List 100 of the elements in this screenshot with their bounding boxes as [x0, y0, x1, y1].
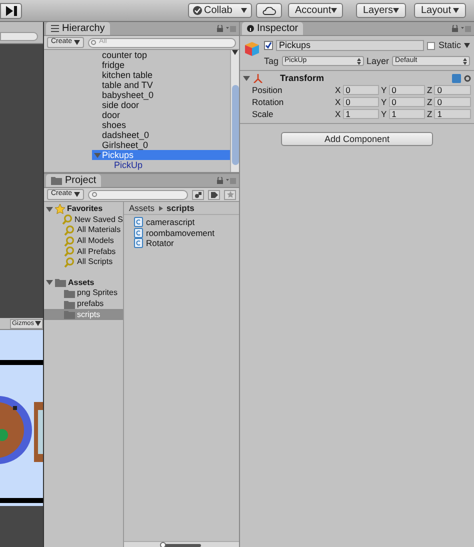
- hierarchy-item[interactable]: dadsheet_0: [92, 130, 230, 140]
- script-file-item[interactable]: roombamovement: [134, 228, 239, 238]
- cube-icon: [244, 41, 260, 57]
- slider-thumb[interactable]: [160, 542, 166, 547]
- breadcrumb-link[interactable]: scripts: [166, 202, 194, 214]
- hierarchy-item[interactable]: shoes: [92, 120, 230, 130]
- star-icon: [55, 204, 65, 214]
- number-field[interactable]: 1: [342, 109, 379, 119]
- check-icon: [265, 42, 272, 50]
- folder-icon: [64, 288, 75, 298]
- info-icon: [247, 25, 254, 32]
- hierarchy-item[interactable]: side door: [92, 100, 230, 110]
- number-field[interactable]: 0: [388, 97, 425, 107]
- panel-tab[interactable]: Inspector: [242, 22, 304, 35]
- expanded-arrow-icon[interactable]: [94, 152, 101, 158]
- static-checkbox[interactable]: [427, 42, 436, 50]
- menu-icon[interactable]: [226, 26, 236, 32]
- magnifier-icon: [64, 256, 75, 268]
- axis-label: X: [335, 84, 341, 96]
- expanded-arrow-icon[interactable]: [46, 206, 53, 213]
- script-file-item[interactable]: camerascript: [134, 217, 239, 228]
- number-field[interactable]: 0: [434, 97, 471, 107]
- project-tree-item[interactable]: All Models: [44, 236, 123, 246]
- search-field[interactable]: [88, 190, 188, 200]
- search-field[interactable]: [0, 32, 38, 41]
- check-circle-icon: [193, 6, 202, 15]
- step-icon: [6, 6, 16, 16]
- label-button[interactable]: [208, 190, 220, 200]
- property-label: Position: [251, 84, 284, 96]
- step-button[interactable]: [0, 2, 22, 18]
- caret-icon: [453, 8, 459, 13]
- number-field[interactable]: 0: [434, 85, 471, 95]
- magnifier-icon: [64, 246, 75, 258]
- project-tree-item[interactable]: Assets: [44, 278, 123, 288]
- caret-icon: [464, 43, 470, 48]
- script-file-item[interactable]: Rotator: [134, 238, 239, 249]
- active-checkbox[interactable]: [264, 41, 273, 50]
- add-component-button[interactable]: Add Component: [281, 132, 433, 146]
- collab-button[interactable]: Collab: [188, 3, 252, 18]
- name-field[interactable]: Pickups: [276, 40, 424, 52]
- component-title: Transform: [280, 72, 324, 85]
- tag-icon: [210, 192, 218, 198]
- up-down-arrows-icon: [463, 58, 467, 65]
- project-tree-item[interactable]: New Saved S: [44, 214, 123, 226]
- hierarchy-item[interactable]: Pickups: [92, 150, 230, 160]
- filter-button[interactable]: [192, 190, 204, 200]
- cloud-icon: [262, 6, 276, 14]
- magnifier-icon: [62, 214, 73, 226]
- hierarchy-item[interactable]: Girlsheet_0: [92, 140, 230, 150]
- axis-label: Y: [381, 84, 387, 96]
- folder-icon: [64, 310, 75, 320]
- axis-icon: [253, 74, 263, 83]
- project-tree-item[interactable]: Favorites: [44, 204, 123, 215]
- caret-icon: [74, 40, 80, 45]
- project-tree-item[interactable]: png Sprites: [44, 288, 123, 299]
- search-icon: [91, 40, 98, 46]
- breadcrumb-link[interactable]: Assets: [129, 202, 155, 214]
- number-field[interactable]: 1: [434, 109, 471, 119]
- hierarchy-item[interactable]: door: [92, 110, 230, 120]
- menu-icon[interactable]: [461, 26, 471, 32]
- property-label: Scale: [251, 108, 274, 120]
- project-tree-item[interactable]: All Scripts: [44, 256, 123, 268]
- axis-label: X: [335, 108, 341, 120]
- number-field[interactable]: 1: [388, 109, 425, 119]
- layer-label: Layer: [366, 54, 390, 68]
- number-field[interactable]: 0: [342, 97, 379, 107]
- cloud-button[interactable]: [256, 3, 282, 18]
- hierarchy-item[interactable]: kitchen table: [92, 70, 230, 80]
- hierarchy-item[interactable]: babysheet_0: [92, 90, 230, 100]
- star-icon: [226, 191, 234, 198]
- lock-icon[interactable]: [217, 25, 223, 32]
- project-tree-item[interactable]: prefabs: [44, 298, 123, 310]
- project-tree-item[interactable]: All Prefabs: [44, 246, 123, 257]
- script-file-icon: [134, 217, 143, 228]
- lock-icon[interactable]: [452, 25, 458, 32]
- lock-icon[interactable]: [217, 177, 223, 184]
- project-tree-item[interactable]: All Materials: [44, 225, 123, 236]
- hierarchy-item[interactable]: counter top: [92, 50, 230, 60]
- toolbar-dropdown[interactable]: Layers: [356, 3, 406, 18]
- panel-tab[interactable]: Hierarchy: [46, 22, 110, 35]
- hierarchy-item[interactable]: fridge: [92, 60, 230, 70]
- number-field[interactable]: 0: [388, 85, 425, 95]
- toolbar-dropdown[interactable]: Account: [288, 3, 343, 18]
- menu-icon[interactable]: [226, 178, 236, 184]
- axis-label: X: [335, 96, 341, 108]
- expanded-arrow-icon[interactable]: [243, 75, 250, 82]
- axis-label: Z: [427, 96, 432, 108]
- toolbar-dropdown[interactable]: Layout: [414, 3, 466, 18]
- scrollbar[interactable]: [230, 50, 239, 172]
- axis-label: Z: [427, 84, 432, 96]
- expanded-arrow-icon[interactable]: [46, 279, 53, 286]
- hierarchy-item[interactable]: PickUp: [92, 160, 230, 170]
- number-field[interactable]: 0: [342, 85, 379, 95]
- axis-label: Y: [381, 108, 387, 120]
- axis-label: Y: [381, 96, 387, 108]
- static-label: Static: [438, 39, 461, 52]
- favorite-button[interactable]: [224, 190, 236, 200]
- panel-tab[interactable]: Project: [46, 174, 102, 187]
- script-file-icon: [134, 228, 143, 238]
- hierarchy-item[interactable]: table and TV: [92, 80, 230, 90]
